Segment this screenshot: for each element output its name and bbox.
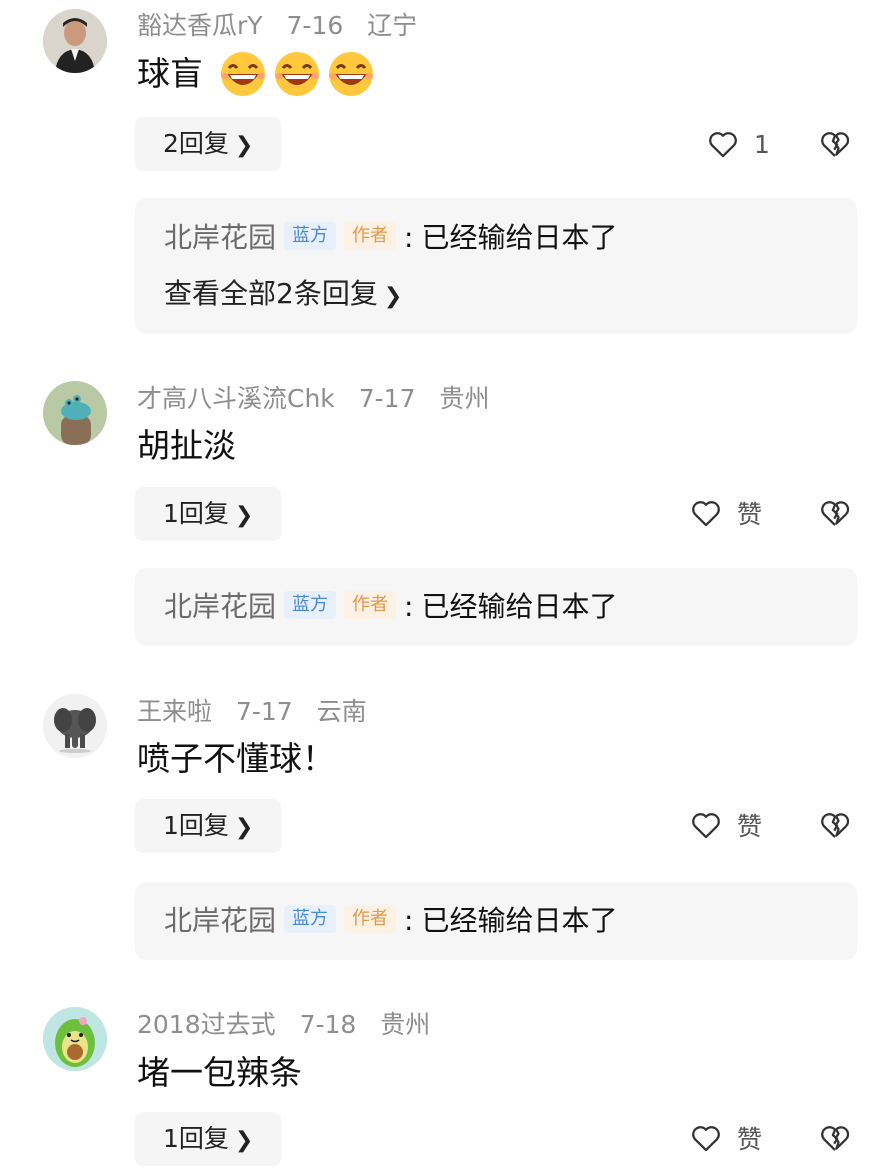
reply-line: 北岸花园 蓝方 作者: 已经输给日本了	[164, 218, 617, 258]
comment-date: 7-18	[299, 1010, 357, 1039]
chevron-right-icon: ❯	[383, 284, 403, 309]
reply-colon: :	[404, 904, 414, 937]
comment-location: 贵州	[439, 384, 490, 413]
like-button[interactable]: 赞	[689, 486, 762, 540]
comment-meta: 豁达香瓜rY 7-16 辽宁	[137, 11, 433, 41]
view-all-replies-link[interactable]: 查看全部2条回复 ❯	[164, 274, 402, 314]
chevron-right-icon: ❯	[234, 815, 254, 840]
avatar[interactable]	[43, 381, 107, 445]
comment-text: 堵一包辣条	[137, 1053, 302, 1092]
comment-location: 云南	[316, 697, 367, 726]
reply-count-button[interactable]: 1回复 ❯	[135, 1112, 282, 1166]
team-badge: 蓝方	[284, 222, 337, 250]
like-count: 1	[754, 129, 770, 159]
reply-content: 已经输给日本了	[421, 221, 618, 254]
avatar[interactable]	[43, 1007, 107, 1071]
like-label: 赞	[737, 812, 763, 841]
dislike-button[interactable]	[818, 798, 852, 852]
username[interactable]: 才高八斗溪流Chk	[137, 384, 335, 413]
like-button[interactable]: 1	[706, 117, 770, 171]
reply-line: 北岸花园 蓝方 作者: 已经输给日本了	[164, 901, 617, 941]
comment-location: 辽宁	[367, 11, 418, 40]
heart-outline-icon	[692, 813, 720, 839]
chevron-right-icon: ❯	[234, 503, 254, 528]
comment-text: 球盲	[137, 52, 376, 96]
broken-heart-icon	[821, 813, 850, 838]
comment-meta: 王来啦 7-17 云南	[137, 697, 383, 727]
like-button[interactable]: 赞	[689, 798, 762, 852]
reply-line: 北岸花园 蓝方 作者: 已经输给日本了	[164, 587, 617, 627]
comment-date: 7-17	[358, 384, 416, 413]
team-badge: 蓝方	[284, 591, 337, 619]
reply-colon: :	[404, 590, 414, 623]
comment-date: 7-17	[235, 697, 293, 726]
laughing-emoji-icon	[326, 52, 376, 96]
like-label: 赞	[737, 500, 763, 529]
reply-author[interactable]: 北岸花园	[164, 904, 276, 937]
avatar[interactable]	[43, 9, 107, 73]
broken-heart-icon	[821, 132, 850, 157]
comment-location: 贵州	[380, 1010, 431, 1039]
reply-count-button[interactable]: 2回复 ❯	[135, 117, 282, 171]
reply-preview[interactable]: 北岸花园 蓝方 作者: 已经输给日本了	[135, 568, 857, 646]
username[interactable]: 王来啦	[137, 697, 212, 726]
comment-date: 7-16	[286, 11, 344, 40]
comment-text: 喷子不懂球！	[137, 739, 335, 778]
reply-count-button[interactable]: 1回复 ❯	[135, 487, 282, 541]
username[interactable]: 豁达香瓜rY	[137, 11, 263, 40]
laughing-emoji-icon	[272, 52, 322, 96]
dislike-button[interactable]	[818, 1111, 852, 1165]
reply-count-button[interactable]: 1回复 ❯	[135, 799, 282, 853]
like-label: 赞	[737, 1125, 763, 1154]
heart-outline-icon	[692, 501, 720, 527]
author-badge: 作者	[344, 591, 397, 619]
reply-colon: :	[404, 221, 414, 254]
avatar[interactable]	[43, 694, 107, 758]
comment-meta: 2018过去式 7-18 贵州	[137, 1010, 446, 1040]
reply-preview[interactable]: 北岸花园 蓝方 作者: 已经输给日本了 查看全部2条回复 ❯	[135, 198, 857, 334]
comment-text: 胡扯淡	[137, 426, 236, 465]
like-button[interactable]: 赞	[689, 1111, 762, 1165]
dislike-button[interactable]	[818, 486, 852, 540]
reply-content: 已经输给日本了	[421, 590, 618, 623]
dislike-button[interactable]	[818, 117, 852, 171]
chevron-right-icon: ❯	[234, 133, 254, 158]
comment-meta: 才高八斗溪流Chk 7-17 贵州	[137, 384, 505, 414]
heart-outline-icon	[709, 132, 737, 158]
reply-author[interactable]: 北岸花园	[164, 221, 276, 254]
laughing-emoji-icon	[218, 52, 268, 96]
author-badge: 作者	[344, 222, 397, 250]
broken-heart-icon	[821, 501, 850, 526]
reply-preview[interactable]: 北岸花园 蓝方 作者: 已经输给日本了	[135, 882, 857, 960]
team-badge: 蓝方	[284, 905, 337, 933]
reply-content: 已经输给日本了	[421, 904, 618, 937]
username[interactable]: 2018过去式	[137, 1010, 276, 1039]
chevron-right-icon: ❯	[234, 1128, 254, 1153]
author-badge: 作者	[344, 905, 397, 933]
reply-author[interactable]: 北岸花园	[164, 590, 276, 623]
